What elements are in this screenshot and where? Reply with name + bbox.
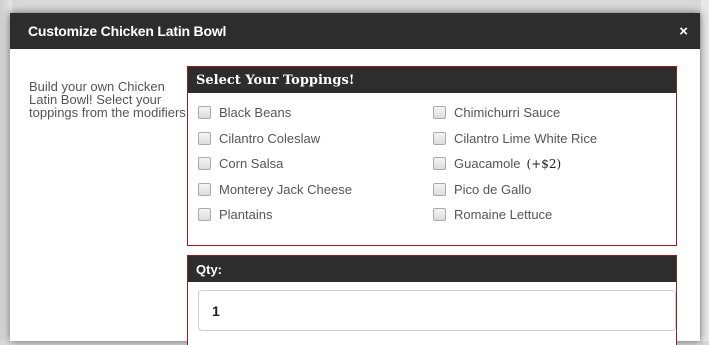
close-icon[interactable]: × — [679, 23, 688, 40]
checkbox[interactable] — [198, 131, 211, 145]
topping-label: Chimichurri Sauce — [454, 105, 561, 121]
checkbox[interactable] — [433, 182, 446, 196]
checkbox[interactable] — [433, 106, 446, 120]
topping-label: Guacamole — [454, 156, 521, 172]
topping-option[interactable]: Cilantro Lime White Rice — [433, 126, 668, 152]
topping-label: Plantains — [219, 207, 273, 223]
checkbox[interactable] — [198, 106, 211, 120]
checkbox[interactable] — [198, 182, 211, 196]
qty-panel: Qty: 1 — [187, 255, 677, 345]
topping-option[interactable]: Cilantro Coleslaw — [198, 126, 433, 152]
topping-option[interactable]: Monterey Jack Cheese — [198, 177, 433, 203]
checkbox[interactable] — [433, 157, 446, 171]
toppings-panel: Select Your Toppings! Black Beans Chimic… — [187, 66, 677, 246]
topping-label: Black Beans — [219, 105, 292, 121]
toppings-header: Select Your Toppings! — [188, 67, 676, 93]
checkbox[interactable] — [433, 208, 446, 222]
modal-description: Build your own Chicken Latin Bowl! Selec… — [29, 79, 186, 120]
topping-option[interactable]: Romaine Lettuce — [433, 202, 668, 228]
modal-header: Customize Chicken Latin Bowl × — [10, 13, 700, 49]
page-background-right — [701, 0, 709, 341]
checkbox[interactable] — [198, 157, 211, 171]
checkbox[interactable] — [198, 208, 211, 222]
topping-price: (+$2) — [526, 156, 562, 171]
topping-label: Monterey Jack Cheese — [219, 181, 352, 197]
checkbox[interactable] — [433, 131, 446, 145]
toppings-options: Black Beans Chimichurri Sauce Cilantro C… — [188, 93, 676, 228]
topping-option[interactable]: Corn Salsa — [198, 151, 433, 177]
qty-header: Qty: — [188, 256, 676, 282]
topping-label: Cilantro Lime White Rice — [454, 130, 598, 146]
topping-label: Pico de Gallo — [454, 181, 532, 197]
customize-modal: Customize Chicken Latin Bowl × Build you… — [10, 13, 700, 345]
modal-title: Customize Chicken Latin Bowl — [28, 23, 227, 39]
topping-option[interactable]: Chimichurri Sauce — [433, 100, 668, 126]
topping-option[interactable]: Pico de Gallo — [433, 177, 668, 203]
topping-label: Cilantro Coleslaw — [219, 130, 321, 146]
topping-label: Corn Salsa — [219, 156, 284, 172]
topping-option[interactable]: Guacamole (+$2) — [433, 151, 668, 177]
topping-option[interactable]: Plantains — [198, 202, 433, 228]
topping-option[interactable]: Black Beans — [198, 100, 433, 126]
qty-input[interactable]: 1 — [198, 290, 676, 331]
topping-label: Romaine Lettuce — [454, 207, 553, 223]
